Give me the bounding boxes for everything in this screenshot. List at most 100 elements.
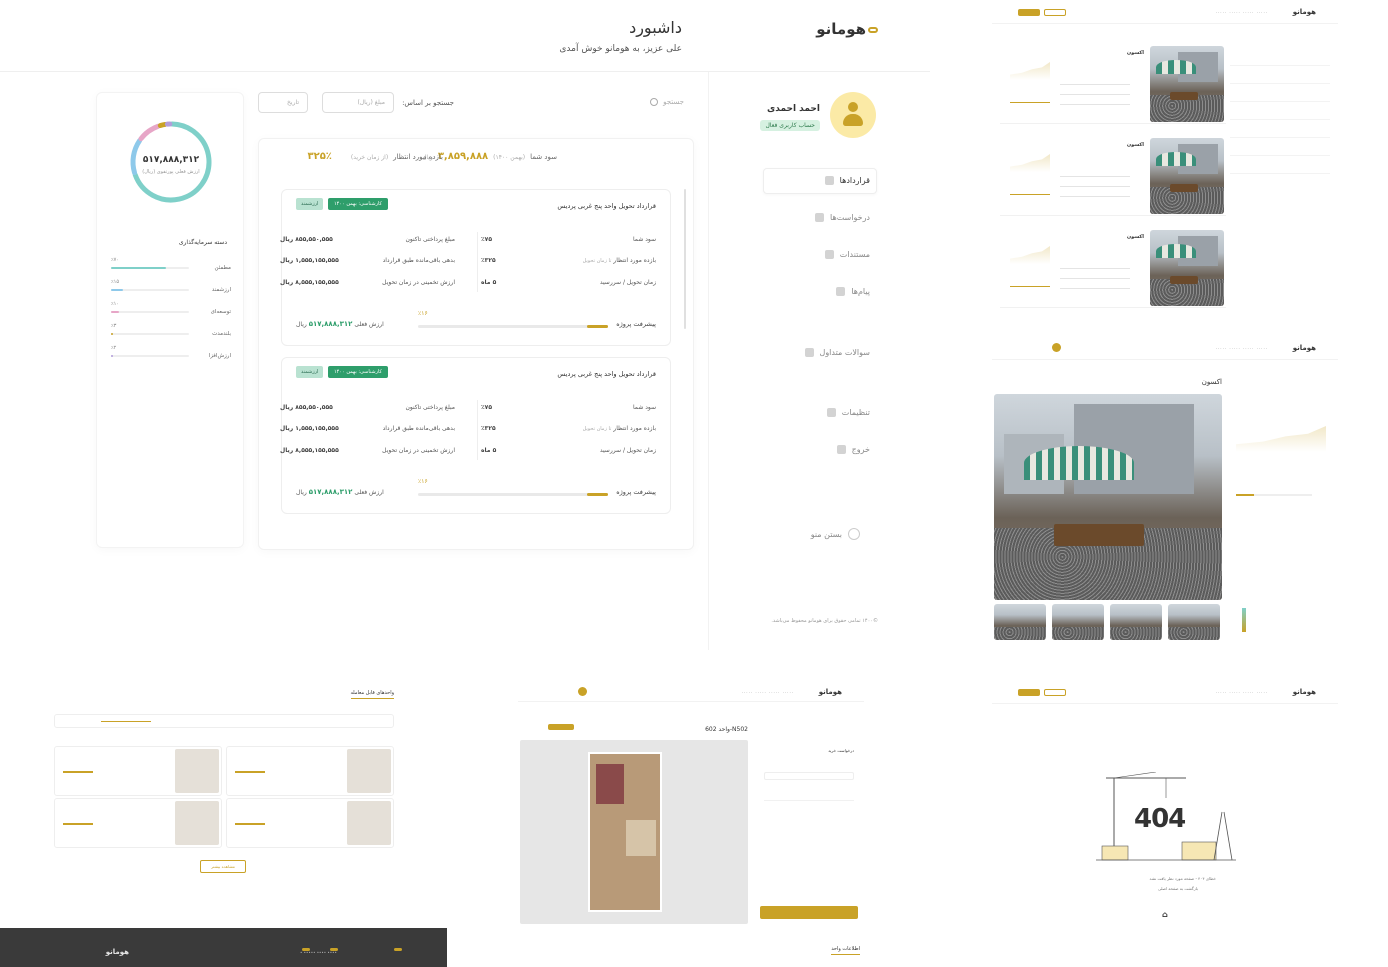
- unit-card[interactable]: [226, 746, 394, 796]
- category-bar: [111, 355, 189, 357]
- gear-icon: [826, 408, 836, 417]
- page-subtitle: علی عزیز، به هومانو خوش آمدی: [559, 44, 682, 54]
- summary-return: بازده مورد انتظار (از زمان خرید) ۳۲۵٪: [307, 151, 444, 162]
- category-name: توسعه‌ای: [210, 309, 231, 315]
- back-home-link[interactable]: بازگشت به صفحه اصلی: [1158, 886, 1198, 891]
- portfolio-total-value: ۵۱۷,۸۸۸,۳۱۲: [142, 155, 200, 165]
- scrollbar[interactable]: [684, 189, 686, 329]
- avatar[interactable]: [1052, 343, 1061, 352]
- thumbnail[interactable]: [1052, 604, 1104, 640]
- unit-card[interactable]: [54, 746, 222, 796]
- filter-bar[interactable]: [54, 714, 394, 728]
- request-icon: [815, 213, 825, 222]
- brand-logo[interactable]: هومانو: [1293, 8, 1316, 16]
- project-card[interactable]: اکسون: [1000, 136, 1226, 216]
- login-button[interactable]: [1044, 9, 1066, 16]
- amount-filter[interactable]: مبلغ (ریال): [322, 92, 394, 113]
- logo-mark-icon: [868, 26, 878, 33]
- unit-card[interactable]: [54, 798, 222, 848]
- price-chart: [1010, 62, 1050, 80]
- search-icon: [650, 98, 659, 106]
- sidebar-item-logout[interactable]: خروج: [836, 445, 870, 454]
- home-icon[interactable]: ⌂: [1162, 910, 1168, 919]
- project-photo: [1150, 230, 1224, 306]
- login-button[interactable]: [1044, 689, 1066, 696]
- portfolio-category-row[interactable]: بلندمدت ٪۳: [111, 323, 231, 343]
- date-filter[interactable]: تاریخ: [258, 92, 308, 113]
- site-footer: هومانو • ••••• •••• ••••: [0, 928, 447, 967]
- category-name: مطمئن: [214, 265, 231, 271]
- contracts-panel: سود شما (بهمن ۱۴۰۰) ۳,۸۵۹,۸۸۸ ریال بازده…: [258, 138, 694, 550]
- thumbnail[interactable]: [1110, 604, 1162, 640]
- message-icon: [836, 287, 846, 296]
- category-bar: [111, 267, 189, 269]
- progress-percent: ٪۱۶: [418, 310, 428, 317]
- unit-title: واحد 602-N502: [705, 726, 748, 733]
- sidebar-item-contracts[interactable]: قراردادها: [824, 176, 870, 185]
- chevron-right-icon[interactable]: [848, 528, 860, 540]
- floor-plan-thumb: [175, 749, 219, 793]
- category-percent: ٪۲: [111, 345, 117, 351]
- thumbnail[interactable]: [1168, 604, 1220, 640]
- sidebar-item-requests[interactable]: درخواست‌ها: [815, 213, 870, 222]
- progress-label: پیشرفت پروژه: [616, 320, 656, 328]
- category-name: بلندمدت: [212, 331, 231, 337]
- brand-logo[interactable]: هومانو: [819, 688, 842, 696]
- category-percent: ٪۱۵: [111, 279, 120, 285]
- search-row: جستجو جستجو بر اساس: مبلغ (ریال) تاریخ: [258, 92, 694, 116]
- portfolio-category-row[interactable]: توسعه‌ای ٪۱۰: [111, 301, 231, 321]
- copyright: ©۱۴۰۰ تمامی حقوق برای هومانو محفوظ می‌با…: [771, 618, 878, 624]
- unit-card[interactable]: [226, 798, 394, 848]
- sidebar-item-documents[interactable]: مستندات: [824, 250, 870, 259]
- project-card[interactable]: اکسون: [1000, 228, 1226, 308]
- category-bar: [111, 311, 189, 313]
- filter-sidebar: [1230, 48, 1330, 192]
- progress-bar: [418, 325, 608, 328]
- register-button[interactable]: [1018, 689, 1040, 696]
- current-value: ارزش فعلی ۵۱۷,۸۸۸,۳۱۲ ریال: [296, 320, 384, 328]
- contract-card[interactable]: قرارداد تحویل واحد پنج غربی پردیس کارشنا…: [280, 189, 671, 346]
- floor-plan-view[interactable]: [520, 740, 748, 924]
- collapse-menu-label[interactable]: بستن منو: [811, 530, 842, 539]
- avatar[interactable]: [578, 687, 587, 696]
- category-bar-fill: [111, 333, 114, 335]
- chat-icon: [804, 348, 814, 357]
- project-main-photo[interactable]: [994, 394, 1222, 600]
- thumbnail[interactable]: [994, 604, 1046, 640]
- portfolio-category-row[interactable]: مطمئن ٪۷۰: [111, 257, 231, 277]
- project-card[interactable]: اکسون: [1000, 44, 1226, 124]
- error-message: خطای ۴۰۴ - صفحه مورد نظر یافت نشد: [1149, 876, 1216, 881]
- brand-logo[interactable]: هومانو: [816, 20, 878, 38]
- sidebar-item-settings[interactable]: تنظیمات: [826, 408, 870, 417]
- category-bar-fill: [111, 289, 123, 291]
- project-photo: [1150, 138, 1224, 214]
- category-bar: [111, 289, 189, 291]
- brand-logo[interactable]: هومانو: [1293, 688, 1316, 696]
- appraisal-tag: کارشناسی: بهمن ۱۴۰۰: [328, 198, 388, 210]
- portfolio-category-row[interactable]: ارزش‌افزا ٪۲: [111, 345, 231, 365]
- file-icon: [824, 250, 834, 259]
- category-bar-fill: [111, 267, 166, 269]
- project-title: اکسون: [1201, 378, 1222, 386]
- contract-card[interactable]: قرارداد تحویل واحد پنج غربی پردیس کارشنا…: [280, 357, 671, 514]
- submit-request-button[interactable]: [760, 906, 858, 919]
- footer-logo[interactable]: هومانو: [106, 948, 129, 956]
- see-more-button[interactable]: مشاهده بیشتر: [200, 860, 246, 873]
- floor-plan-thumb: [347, 801, 391, 845]
- ring-segment-3: [157, 121, 168, 129]
- sidebar-item-messages[interactable]: پیام‌ها: [836, 287, 870, 296]
- progress-fill: [587, 493, 608, 496]
- ring-segment-2: [138, 123, 161, 142]
- brand-logo[interactable]: هومانو: [1293, 344, 1316, 352]
- sidebar-item-faq[interactable]: سوالات متداول: [804, 348, 870, 357]
- search-input[interactable]: جستجو: [650, 98, 684, 106]
- price-chart: [1236, 426, 1326, 452]
- dashboard-screen: هومانو داشبورد علی عزیز، به هومانو خوش آ…: [0, 0, 930, 650]
- mock-listing-screen: هومانو ····· ····· ····· ····· اکسون اکس…: [992, 0, 1338, 320]
- mock-units-screen: واحدهای قابل معامله مشاهده بیشتر: [50, 680, 400, 920]
- avatar[interactable]: [830, 92, 876, 138]
- contract-title: قرارداد تحویل واحد پنج غربی پردیس: [557, 202, 656, 210]
- portfolio-category-row[interactable]: ارزشمند ٪۱۵: [111, 279, 231, 299]
- price-chart: [1010, 246, 1050, 264]
- register-button[interactable]: [1018, 9, 1040, 16]
